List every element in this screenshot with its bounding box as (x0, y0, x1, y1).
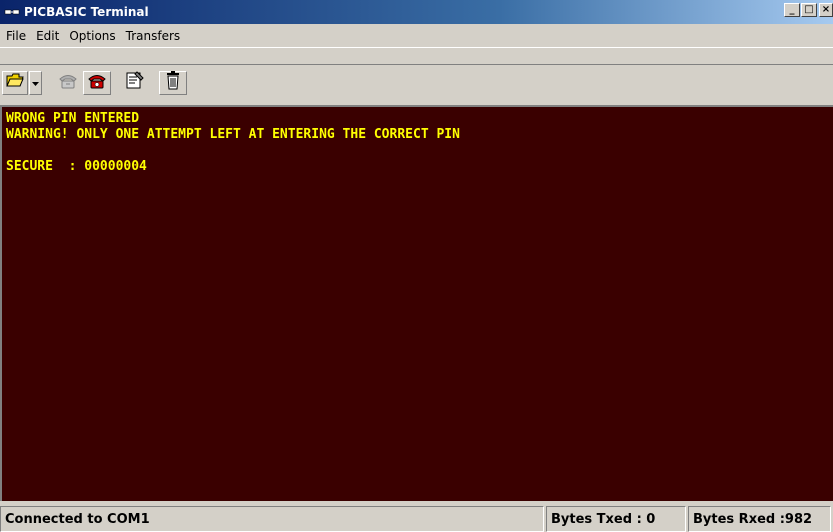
serial-plug-icon (4, 4, 20, 20)
close-button[interactable]: × (819, 3, 833, 17)
menu-file[interactable]: File (2, 29, 30, 43)
window-title: PICBASIC Terminal (24, 5, 149, 19)
status-bar: Connected to COM1 Bytes Txed : 0 Bytes R… (0, 506, 833, 532)
terminal-line: WARNING! ONLY ONE ATTEMPT LEFT AT ENTERI… (6, 127, 460, 142)
connect-phone-icon (86, 70, 108, 95)
open-dropdown-button[interactable] (29, 70, 42, 95)
connection-status: Connected to COM1 (0, 506, 544, 532)
bytes-rxed: Bytes Rxed :982 (688, 506, 831, 532)
menu-transfers[interactable]: Transfers (122, 29, 185, 43)
trash-icon (164, 70, 182, 95)
disconnect-phone-icon (57, 70, 79, 95)
window-controls: _ □ × (783, 3, 833, 17)
terminal-line: WRONG PIN ENTERED (6, 111, 140, 126)
terminal-output[interactable]: WRONG PIN ENTERED WARNING! ONLY ONE ATTE… (0, 105, 833, 501)
properties-button[interactable] (121, 71, 149, 95)
title-bar[interactable]: PICBASIC Terminal _ □ × (0, 0, 833, 24)
open-button[interactable] (2, 70, 28, 95)
menu-edit[interactable]: Edit (32, 29, 63, 43)
menu-bar: File Edit Options Transfers (0, 24, 833, 48)
menu-options[interactable]: Options (65, 29, 119, 43)
toolbar (0, 64, 833, 100)
connect-button[interactable] (83, 70, 111, 95)
bytes-txed: Bytes Txed : 0 (546, 506, 686, 532)
terminal-line: SECURE : 00000004 (6, 159, 147, 174)
clear-button[interactable] (159, 70, 187, 95)
minimize-button[interactable]: _ (784, 3, 800, 17)
open-folder-icon (5, 71, 25, 94)
maximize-button[interactable]: □ (801, 3, 817, 17)
disconnect-button[interactable] (54, 71, 81, 95)
dropdown-arrow-icon (32, 74, 39, 92)
properties-icon (125, 70, 145, 95)
